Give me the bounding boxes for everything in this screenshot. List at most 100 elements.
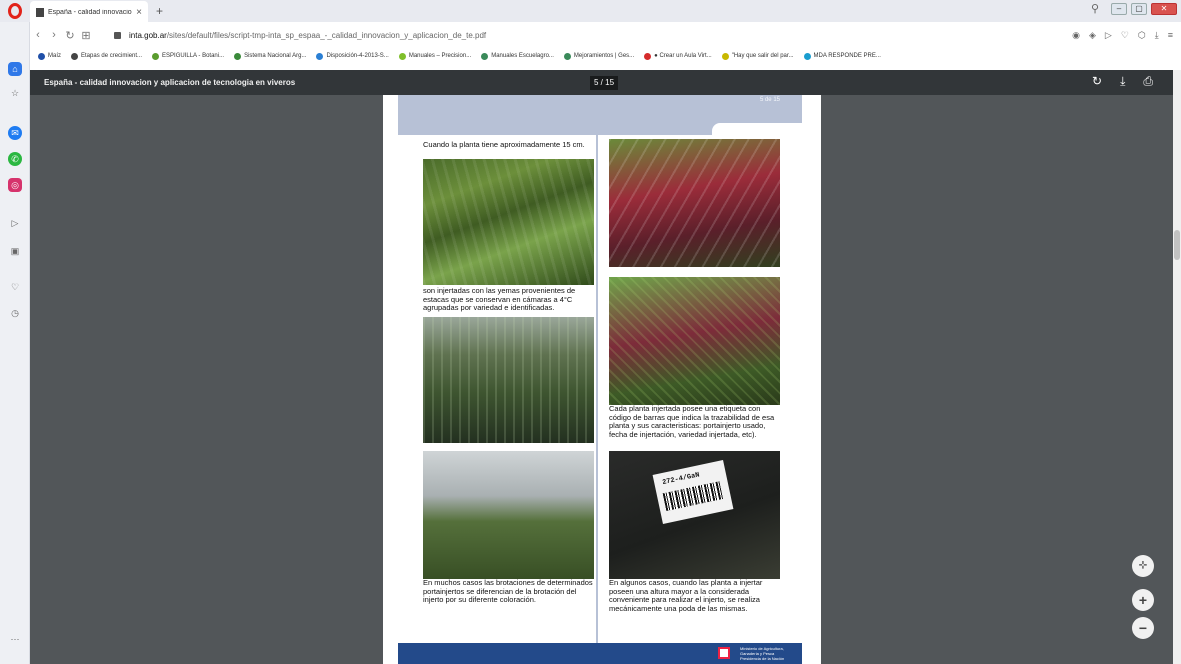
bookmark-label: "Hay que salir del par... <box>731 53 794 59</box>
bookmarks-bar: Maíz Etapas de crecimient... ESPIGUILLA - … <box>30 48 1181 64</box>
scrollbar-thumb[interactable] <box>1174 230 1180 260</box>
home-icon[interactable]: ⌂ <box>8 62 22 76</box>
bookmark-item[interactable]: ESPIGUILLA - Botani... <box>152 52 225 60</box>
heart-outline-icon[interactable]: ♡ <box>1121 30 1129 41</box>
photo-nursery-rows <box>423 317 594 443</box>
photo-barcode-tag: 272-4/GaN <box>609 451 780 579</box>
instagram-icon[interactable]: ◎ <box>8 178 22 192</box>
download-icon[interactable]: ⤓ <box>1120 74 1125 89</box>
barcode-tag: 272-4/GaN <box>652 460 734 524</box>
tab-title: España - calidad innovacion <box>48 8 133 16</box>
caption-grafting: son injertadas con las yemas proveniente… <box>423 286 576 312</box>
tab-active[interactable]: España - calidad innovacion × <box>30 1 148 23</box>
bookmark-favicon-icon <box>38 52 45 60</box>
bookmark-label: Mejoramientos | Ges... <box>573 53 635 59</box>
bookmark-item[interactable]: Etapas de crecimient... <box>71 52 143 60</box>
whatsapp-icon[interactable]: ✆ <box>8 152 22 166</box>
page-number: 5 de 15 <box>759 97 780 103</box>
bookmark-favicon-icon <box>481 52 489 60</box>
new-tab-icon[interactable]: + <box>156 4 163 18</box>
column-divider <box>596 135 598 643</box>
history-icon[interactable]: ◷ <box>8 306 22 320</box>
bookmark-item[interactable]: "Hay que salir del par... <box>721 52 794 60</box>
star-icon[interactable]: ☆ <box>8 86 22 100</box>
camera-icon[interactable]: ◉ <box>1072 30 1080 41</box>
grid-icon[interactable]: ⊞ <box>78 29 94 42</box>
address-actions: ◉ ◈ ▷ ♡ ⬡ ⤓ ≡ <box>1072 30 1173 41</box>
photo-grafted-plants <box>609 277 780 405</box>
pdf-viewer[interactable]: 5 de 15 Cuando la planta tiene aproximad… <box>30 95 1173 664</box>
more-icon[interactable]: ⋯ <box>8 632 22 646</box>
shield-icon[interactable]: ◈ <box>1089 30 1096 41</box>
bookmark-label: Manuales – Precision... <box>408 53 472 59</box>
bookmark-item[interactable]: Maíz <box>38 52 62 60</box>
address-bar: ‹ › ↻ ⊞ inta.gob.ar /sites/default/files… <box>30 22 1181 48</box>
bookmark-favicon-icon <box>803 52 811 60</box>
bookmark-favicon-icon <box>71 52 79 60</box>
tab-bar: España - calidad innovacion × + ⚲ – ▢ ✕ <box>0 0 1181 23</box>
rotate-icon[interactable]: ↻ <box>1092 74 1102 89</box>
bookmark-item[interactable]: Manuales Escuelagro... <box>481 52 554 60</box>
wallet-icon[interactable]: ▣ <box>8 244 22 258</box>
bookmark-item[interactable]: ● Crear un Aula Virt... <box>644 52 712 60</box>
zoom-out-button[interactable]: − <box>1132 617 1154 639</box>
caption-coloration: En muchos casos las brotaciones de deter… <box>423 578 593 604</box>
url-path: /sites/default/files/script-tmp-inta_sp_… <box>166 30 487 40</box>
download-icon[interactable]: ⤓ <box>1155 30 1159 41</box>
photo-greenhouse <box>423 451 594 579</box>
back-icon[interactable]: ‹ <box>30 29 46 41</box>
reload-icon[interactable]: ↻ <box>62 29 78 42</box>
ministry-label: Ministerio de Agricultura, Ganadería y P… <box>740 646 785 661</box>
bookmark-item[interactable]: Manuales – Precision... <box>398 52 472 60</box>
browser-window: España - calidad innovacion × + ⚲ – ▢ ✕ … <box>0 0 1181 664</box>
bookmark-favicon-icon <box>721 52 729 60</box>
page-header-band: 5 de 15 <box>398 95 802 135</box>
bookmark-label: Sistema Nacional Arg... <box>244 53 307 59</box>
heart-icon[interactable]: ♡ <box>8 280 22 294</box>
fit-page-icon[interactable]: ⊹ <box>1132 555 1154 577</box>
bookmark-label: ESPIGUILLA - Botani... <box>162 53 225 59</box>
send-icon[interactable]: ▷ <box>1105 30 1112 41</box>
opera-logo-icon[interactable] <box>0 0 30 22</box>
forward-icon[interactable]: › <box>46 29 62 41</box>
page-footer-band: Ministerio de Agricultura, Ganadería y P… <box>398 643 802 664</box>
zoom-in-button[interactable]: + <box>1132 589 1154 611</box>
bookmark-favicon-icon <box>398 52 406 60</box>
lock-icon <box>114 31 121 39</box>
bookmark-label: Etapas de crecimient... <box>81 53 143 59</box>
bookmark-item[interactable]: MDA RESPONDE PRE... <box>803 52 881 60</box>
bookmark-favicon-icon <box>563 52 571 60</box>
search-icon[interactable]: ⚲ <box>1091 2 1099 15</box>
bookmark-label: Disposición-4-2013-S... <box>326 53 389 59</box>
url-domain: inta.gob.ar <box>129 30 167 40</box>
bookmark-label: ● Crear un Aula Virt... <box>654 53 712 59</box>
pdf-page: 5 de 15 Cuando la planta tiene aproximad… <box>383 95 821 664</box>
close-window-button[interactable]: ✕ <box>1151 2 1177 15</box>
player-icon[interactable]: ▷ <box>8 216 22 230</box>
bookmark-label: MDA RESPONDE PRE... <box>813 53 881 59</box>
caption-pruning: En algunos casos, cuando las planta a in… <box>609 578 763 613</box>
barcode-text: 272-4/GaN <box>661 471 701 488</box>
bookmark-item[interactable]: Mejoramientos | Ges... <box>563 52 635 60</box>
close-tab-icon[interactable]: × <box>136 7 142 18</box>
messenger-icon[interactable]: ✉ <box>8 126 22 140</box>
ministry-logo-icon <box>718 647 730 659</box>
header-tab-shape <box>712 123 802 135</box>
bookmark-favicon-icon <box>152 52 160 60</box>
pdf-actions: ↻ ⤓ ⎙ <box>1092 74 1153 89</box>
maximize-button[interactable]: ▢ <box>1131 2 1147 15</box>
bookmark-favicon-icon <box>316 52 324 60</box>
photo-red-leaves-tags <box>609 139 780 267</box>
bookmark-item[interactable]: Sistema Nacional Arg... <box>234 52 307 60</box>
menu-icon[interactable]: ≡ <box>1168 30 1173 41</box>
url-field[interactable]: inta.gob.ar /sites/default/files/script-… <box>114 31 486 40</box>
bookmark-favicon-icon <box>234 52 242 60</box>
cube-icon[interactable]: ⬡ <box>1138 30 1146 41</box>
bookmark-label: Maíz <box>48 53 62 59</box>
viewer-scrollbar[interactable] <box>1173 70 1181 664</box>
print-icon[interactable]: ⎙ <box>1143 74 1153 89</box>
page-indicator[interactable]: 5 / 15 <box>590 76 619 90</box>
bookmark-item[interactable]: Disposición-4-2013-S... <box>316 52 389 60</box>
pdf-title: España - calidad innovacion y aplicacion… <box>44 78 296 87</box>
minimize-button[interactable]: – <box>1111 2 1127 15</box>
